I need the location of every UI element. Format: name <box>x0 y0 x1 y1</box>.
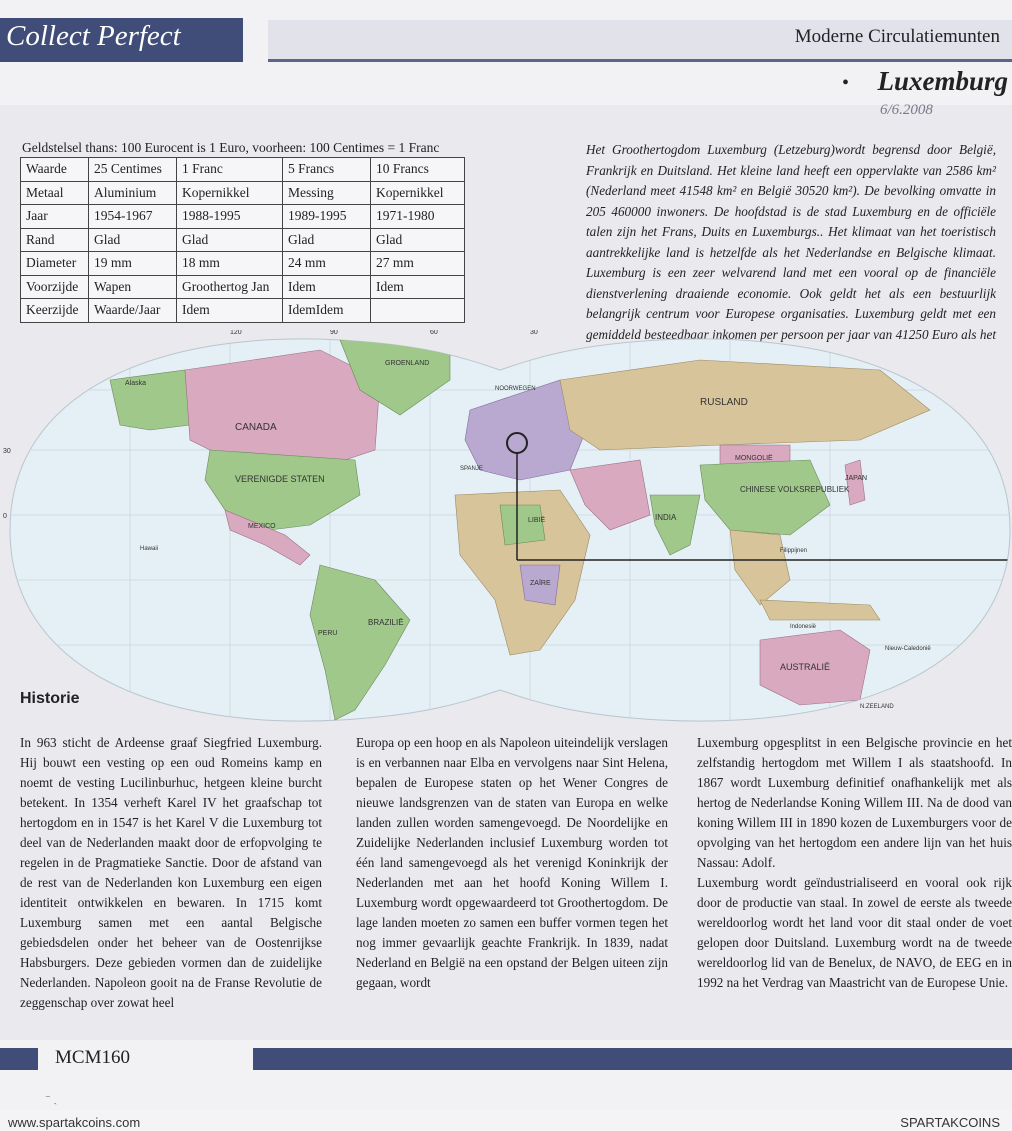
history-text-3a: Luxemburg opgesplitst in een Belgische p… <box>697 735 1012 870</box>
map-label: ZAÏRE <box>530 579 551 587</box>
map-label: VERENIGDE STATEN <box>235 474 325 484</box>
history-column-2: Europa op een hoop en als Napoleon uitei… <box>356 733 668 993</box>
coin-table-row-header: Keerzijde <box>20 298 89 323</box>
map-label: NOORWEGEN <box>495 386 536 392</box>
history-text-1: In 963 sticht de Ardeense graaf Siegfrie… <box>20 735 322 1010</box>
map-label: Alaska <box>125 380 146 387</box>
coin-table-cell <box>370 298 465 323</box>
map-label: Nieuw-Caledonië <box>885 646 931 652</box>
coin-table-cell: 1971-1980 <box>370 204 465 229</box>
coin-table-cell: 25 Centimes <box>88 157 177 182</box>
footer-bar-left <box>0 1048 38 1070</box>
map-label: RUSLAND <box>700 397 748 408</box>
coin-table-cell: 1 Franc <box>176 157 283 182</box>
map-label: PERU <box>318 630 337 637</box>
coin-table-cell: Wapen <box>88 274 177 299</box>
coin-table-cell: 5 Francs <box>282 157 371 182</box>
map-label: MONGOLIË <box>735 454 773 462</box>
watermark-url: www.spartakcoins.com <box>8 1115 141 1130</box>
map-label: N.ZEELAND <box>860 704 894 710</box>
coin-table-row-header: Metaal <box>20 180 89 205</box>
table-caption: Geldstelsel thans: 100 Eurocent is 1 Eur… <box>22 140 440 155</box>
scan-mark: ⁻ ˎ <box>45 1093 58 1105</box>
history-column-3: Luxemburg opgesplitst in een Belgische p… <box>697 733 1012 993</box>
coin-table-row: Voorzijde Wapen Groothertog Jan Idem Idem <box>20 274 465 299</box>
coin-table-cell: Idem <box>282 274 371 299</box>
coin-table-cell: 10 Francs <box>370 157 465 182</box>
coin-table-cell: 24 mm <box>282 251 371 276</box>
coin-table-cell: Aluminium <box>88 180 177 205</box>
brand-title: Collect Perfect <box>6 20 181 52</box>
coin-table-cell: Glad <box>88 227 177 252</box>
coin-table-row: Keerzijde Waarde/Jaar Idem IdemIdem <box>20 298 465 323</box>
coin-table-row-header: Waarde <box>20 157 89 182</box>
map-grid-label: 0 <box>3 513 7 520</box>
coin-table-cell: Idem <box>176 298 283 323</box>
section-title: Moderne Circulatiemunten <box>794 26 1000 47</box>
coin-table-cell: Messing <box>282 180 371 205</box>
map-label: JAPAN <box>845 475 867 482</box>
coin-table-row: Rand Glad Glad Glad Glad <box>20 227 465 252</box>
map-label: GROENLAND <box>385 360 429 367</box>
coin-table-cell: Glad <box>282 227 371 252</box>
map-grid-label: 30 <box>530 330 538 336</box>
map-label: Hawaii <box>140 546 158 552</box>
watermark-brand: SPARTAKCOINS <box>900 1115 1000 1130</box>
coin-table-row-header: Rand <box>20 227 89 252</box>
coin-table-cell: 18 mm <box>176 251 283 276</box>
history-column-1: In 963 sticht de Ardeense graaf Siegfrie… <box>20 733 322 1013</box>
coin-table-cell: Glad <box>176 227 283 252</box>
map-grid-label: 30 <box>3 448 11 455</box>
coin-table-row: Diameter 19 mm 18 mm 24 mm 27 mm <box>20 251 465 276</box>
coin-table-row: Jaar 1954-1967 1988-1995 1989-1995 1971-1980 <box>20 204 465 229</box>
country-title: Luxemburg <box>877 66 1008 96</box>
coin-table-cell: Groothertog Jan <box>176 274 283 299</box>
coin-table-cell: 19 mm <box>88 251 177 276</box>
map-grid-label: 90 <box>330 330 338 336</box>
map-alaska <box>109 369 191 431</box>
map-label: LIBIË <box>528 516 545 524</box>
map-label: CHINESE VOLKSREPUBLIEK <box>740 485 850 494</box>
history-text-2: Europa op een hoop en als Napoleon uitei… <box>356 735 668 990</box>
country-bullet: • <box>842 72 850 94</box>
coin-table-row-header: Diameter <box>20 251 89 276</box>
footer-bar-right <box>253 1048 1012 1070</box>
map-label: BRAZILIË <box>368 618 404 627</box>
coin-table-cell: 27 mm <box>370 251 465 276</box>
coin-table-cell: 1989-1995 <box>282 204 371 229</box>
map-grid-label: 120 <box>230 330 242 336</box>
coin-table-cell: Kopernikkel <box>176 180 283 205</box>
coin-table-row: Metaal Aluminium Kopernikkel Messing Koperni… <box>20 180 465 205</box>
footer-code: MCM160 <box>55 1047 130 1068</box>
coin-table-cell: Idem <box>370 274 465 299</box>
coin-table-row-header: Jaar <box>20 204 89 229</box>
map-label: AUSTRALIË <box>780 662 830 672</box>
map-label: INDIA <box>655 513 677 522</box>
history-heading: Historie <box>20 690 80 707</box>
coin-table-cell: Waarde/Jaar <box>88 298 177 323</box>
map-label: Filippijnen <box>780 548 807 554</box>
coin-table-row: Waarde 25 Centimes 1 Franc 5 Francs 10 Franc… <box>20 157 465 182</box>
coin-table-cell: IdemIdem <box>282 298 371 323</box>
coin-table-cell: 1954-1967 <box>88 204 177 229</box>
map-label: SPANJE <box>460 466 483 472</box>
world-map: CANADA VERENIGDE STATEN MEXICO GROENLAND… <box>3 330 1011 722</box>
map-label: CANADA <box>235 422 277 433</box>
handwritten-date: 6/6.2008 <box>880 102 933 118</box>
coin-table: Waarde 25 Centimes 1 Franc 5 Francs 10 Franc… <box>20 157 465 323</box>
map-label: MEXICO <box>248 523 276 530</box>
history-text-3b: Luxemburg wordt geïndustrialiseerd en vo… <box>697 875 1012 990</box>
coin-table-cell: Kopernikkel <box>370 180 465 205</box>
coin-table-cell: 1988-1995 <box>176 204 283 229</box>
map-grid-label: 60 <box>430 330 438 336</box>
coin-table-row-header: Voorzijde <box>20 274 89 299</box>
map-label: Indonesië <box>790 624 817 630</box>
coin-table-cell: Glad <box>370 227 465 252</box>
